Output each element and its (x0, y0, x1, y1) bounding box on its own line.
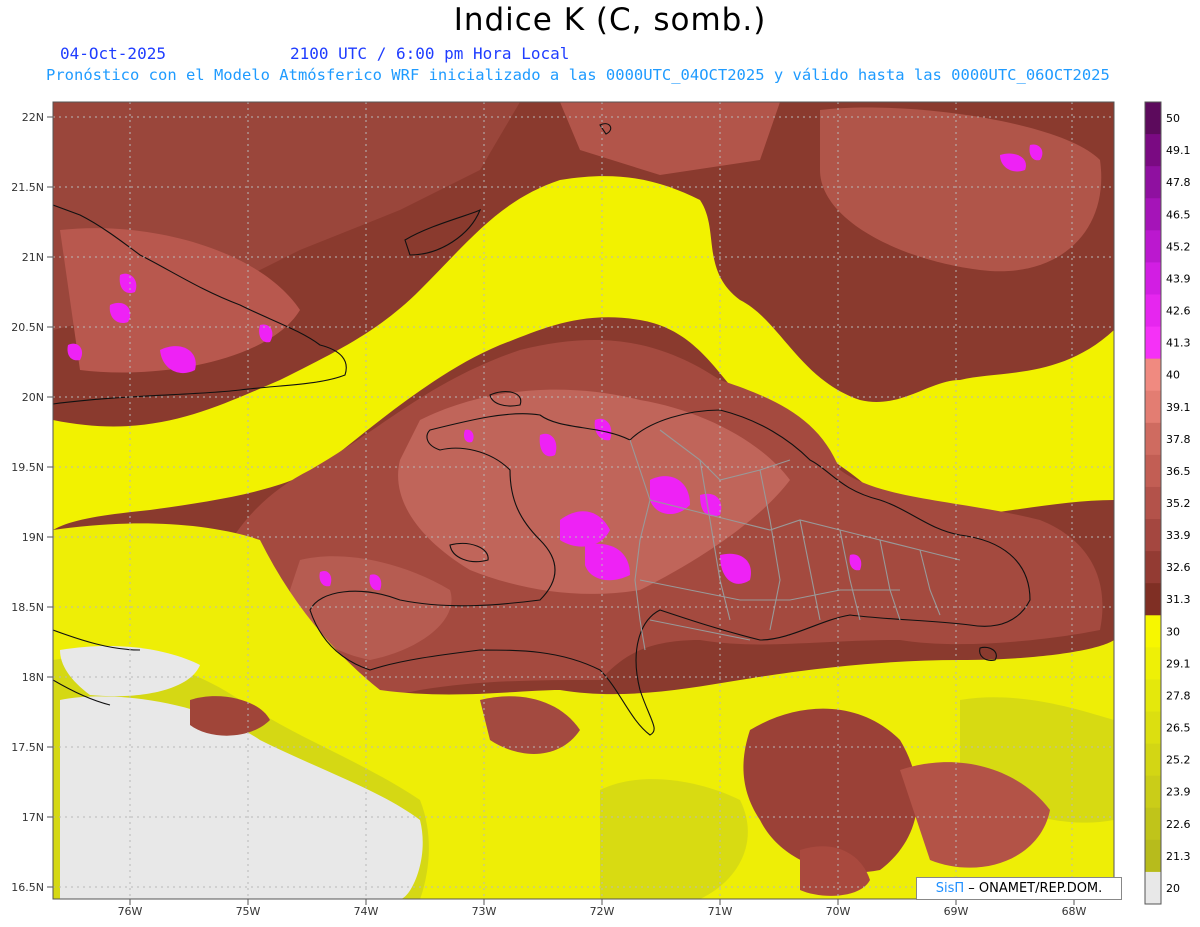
colorbar-label: 22.6 (1166, 818, 1191, 831)
colorbar-swatch (1145, 519, 1161, 552)
colorbar-label: 36.5 (1166, 465, 1191, 478)
colorbar-label: 41.3 (1166, 337, 1191, 350)
colorbar-swatch (1145, 422, 1161, 456)
colorbar-swatch (1145, 262, 1161, 295)
colorbar-swatch (1145, 615, 1161, 648)
lat-label-22N: 22N (22, 111, 44, 124)
colorbar-label: 49.1 (1166, 144, 1191, 157)
colorbar-swatch (1145, 871, 1161, 905)
lon-label-76W: 76W (118, 905, 143, 918)
colorbar-label: 37.8 (1166, 433, 1191, 446)
colorbar-label: 27.8 (1166, 689, 1191, 702)
colorbar-label: 50 (1166, 112, 1180, 125)
colorbar-label: 42.6 (1166, 305, 1191, 318)
lon-label-72W: 72W (590, 905, 615, 918)
lat-label-20.5N: 20.5N (11, 321, 44, 334)
latitude-labels: 22N 21.5N 21N 20.5N 20N 19.5N 19N 18.5N 18N 17.5N… (11, 111, 53, 894)
colorbar-swatch (1145, 711, 1161, 745)
colorbar-label: 29.1 (1166, 657, 1191, 670)
lat-label-21N: 21N (22, 251, 44, 264)
colorbar-swatch (1145, 647, 1161, 680)
colorbar-swatch (1145, 454, 1161, 488)
lon-label-69W: 69W (944, 905, 969, 918)
colorbar-label: 31.3 (1166, 593, 1191, 606)
colorbar-swatch (1145, 102, 1161, 135)
lon-label-74W: 74W (354, 905, 379, 918)
colorbar-swatch (1145, 743, 1161, 777)
longitude-labels: 76W 75W 74W 73W 72W 71W 70W 69W 68W (118, 899, 1087, 918)
lat-label-20N: 20N (22, 391, 44, 404)
credit-sis: SisΠ (935, 881, 965, 896)
colorbar-label: 45.2 (1166, 240, 1191, 253)
colorbar-label: 25.2 (1166, 754, 1191, 767)
lon-label-71W: 71W (708, 905, 733, 918)
credit-box: SisΠ – ONAMET/REP.DOM. (916, 877, 1122, 900)
lon-label-68W: 68W (1062, 905, 1087, 918)
lat-label-19.5N: 19.5N (11, 461, 44, 474)
colorbar-swatch (1145, 230, 1161, 263)
colorbar-label: 23.9 (1166, 786, 1191, 799)
lat-label-19N: 19N (22, 531, 44, 544)
colorbar-label: 33.9 (1166, 529, 1191, 542)
colorbar-swatch (1145, 390, 1161, 424)
lat-label-18N: 18N (22, 671, 44, 684)
colorbar-swatch (1145, 679, 1161, 713)
colorbar-swatch (1145, 486, 1161, 520)
colorbar-swatch (1145, 358, 1161, 392)
colorbar-label: 40 (1166, 369, 1180, 382)
colorbar-swatch (1145, 807, 1161, 841)
colorbar-swatch (1145, 198, 1161, 231)
lat-label-21.5N: 21.5N (11, 181, 44, 194)
colorbar-swatch (1145, 551, 1161, 584)
k-index-map: 22N 21.5N 21N 20.5N 20N 19.5N 19N 18.5N 18N 17.5N… (11, 101, 1191, 918)
lon-label-75W: 75W (236, 905, 261, 918)
lon-label-70W: 70W (826, 905, 851, 918)
lon-label-73W: 73W (472, 905, 497, 918)
colorbar-label: 35.2 (1166, 497, 1191, 510)
colorbar: 50 49.1 47.8 46.5 45.2 43.9 42.6 41.3 40 39.1 37.8… (1144, 101, 1191, 905)
colorbar-swatch (1145, 326, 1161, 360)
colorbar-swatch (1145, 583, 1161, 616)
colorbar-swatch (1145, 134, 1161, 167)
colorbar-label: 39.1 (1166, 401, 1191, 414)
colorbar-label: 26.5 (1166, 722, 1191, 735)
credit-org: – ONAMET/REP.DOM. (968, 881, 1103, 896)
lat-label-18.5N: 18.5N (11, 601, 44, 614)
colorbar-label: 21.3 (1166, 850, 1191, 863)
colorbar-label: 47.8 (1166, 176, 1191, 189)
colorbar-label: 32.6 (1166, 561, 1191, 574)
lat-label-16.5N: 16.5N (11, 881, 44, 894)
lat-label-17N: 17N (22, 811, 44, 824)
colorbar-label: 30 (1166, 625, 1180, 638)
colorbar-swatch (1145, 775, 1161, 809)
colorbar-label: 43.9 (1166, 272, 1191, 285)
colorbar-swatch (1145, 166, 1161, 199)
colorbar-swatch (1145, 839, 1161, 873)
lat-label-17.5N: 17.5N (11, 741, 44, 754)
colorbar-swatch (1145, 294, 1161, 328)
colorbar-label: 20 (1166, 882, 1180, 895)
colorbar-label: 46.5 (1166, 208, 1191, 221)
map-field (53, 102, 1114, 899)
